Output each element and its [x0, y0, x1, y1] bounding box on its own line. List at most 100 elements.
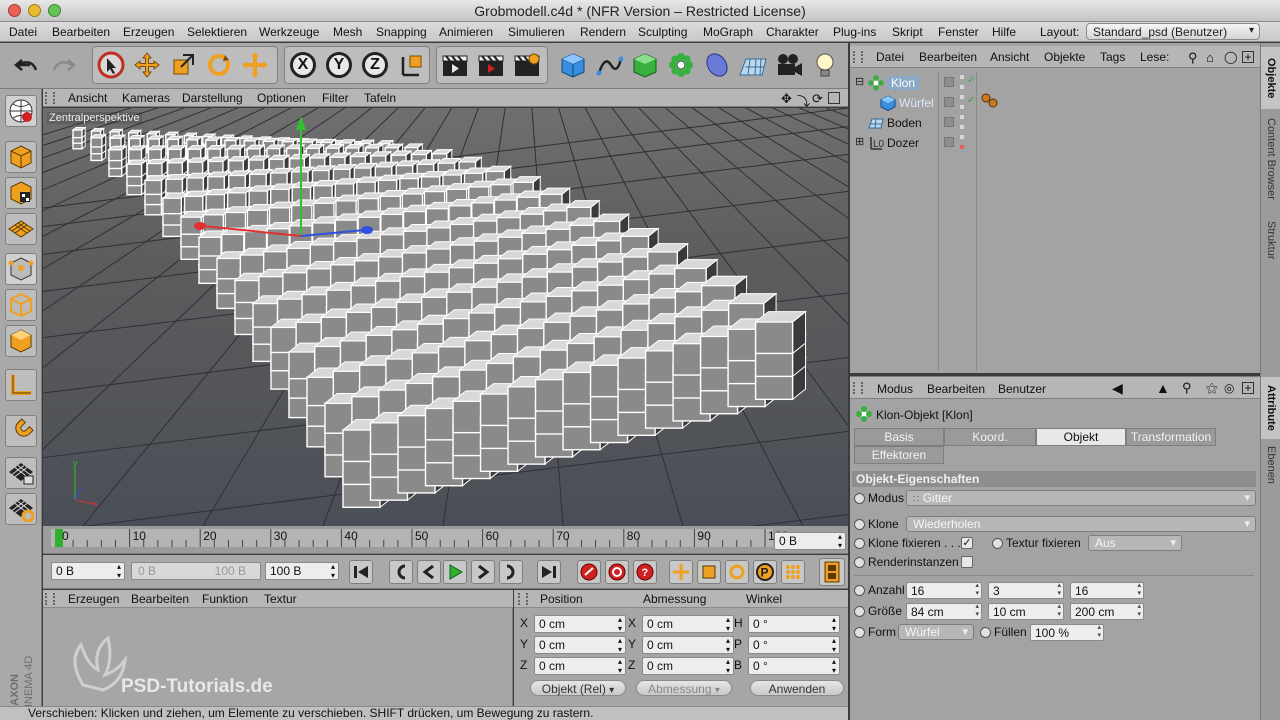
stepper-icon[interactable]: ▴ ▾	[832, 616, 836, 632]
polygons-mode-button[interactable]	[5, 325, 37, 357]
count-y-field[interactable]: 3	[988, 582, 1064, 599]
anzahl-animate-toggle[interactable]	[854, 585, 865, 596]
go-to-end-button[interactable]	[537, 560, 561, 584]
coord-rot-field[interactable]: 0 ° ▴ ▾	[748, 615, 840, 633]
coord-pos-field[interactable]: 0 cm ▴ ▾	[534, 636, 626, 654]
previous-frame-button[interactable]	[417, 560, 441, 584]
object-name[interactable]: Würfel	[899, 96, 934, 110]
object-row[interactable]: Würfel ✓	[850, 93, 1260, 113]
search-icon[interactable]: ⚲	[1182, 380, 1192, 396]
material-menu-textur[interactable]: Textur	[264, 592, 297, 606]
preview-range-field[interactable]: 0 B 100 B	[131, 562, 261, 580]
render-instances-animate-toggle[interactable]	[854, 557, 865, 568]
viewport-menu-darstellung[interactable]: Darstellung	[182, 91, 243, 105]
render-instances-checkbox[interactable]	[961, 556, 973, 568]
drag-handle-icon[interactable]	[518, 593, 528, 605]
enabled-check-icon[interactable]: ✓	[967, 75, 975, 86]
fix-clones-animate-toggle[interactable]	[854, 538, 865, 549]
menu-plugins[interactable]: Plug-ins	[833, 25, 876, 39]
tab-objekt[interactable]: Objekt	[1036, 428, 1126, 446]
record-keys-button[interactable]	[577, 560, 601, 584]
tab-content-browser[interactable]: Content Browser	[1261, 109, 1280, 209]
size-x-field[interactable]: 84 cm	[906, 603, 982, 620]
fix-texture-animate-toggle[interactable]	[992, 538, 1003, 549]
obj-menu-bearbeiten[interactable]: Bearbeiten	[919, 50, 977, 64]
expand-toggle-icon[interactable]: ⊞	[855, 135, 864, 148]
expand-toggle-icon[interactable]: ⊟	[855, 75, 864, 88]
tab-transformation[interactable]: Transformation	[1126, 428, 1216, 446]
object-name[interactable]: Boden	[887, 116, 922, 130]
visibility-dots-icon[interactable]	[960, 115, 964, 129]
size-z-field[interactable]: 200 cm	[1070, 603, 1144, 620]
add-cube-button[interactable]	[556, 48, 590, 82]
material-menu-erzeugen[interactable]: Erzeugen	[68, 592, 119, 606]
menu-selektieren[interactable]: Selektieren	[187, 25, 247, 39]
menu-bearbeiten[interactable]: Bearbeiten	[52, 25, 110, 39]
size-y-field[interactable]: 10 cm	[988, 603, 1064, 620]
recent-tool-button[interactable]	[238, 48, 272, 82]
render-picture-viewer-button[interactable]	[474, 48, 508, 82]
menu-animieren[interactable]: Animieren	[439, 25, 493, 39]
live-selection-button[interactable]	[94, 48, 128, 82]
fix-texture-select[interactable]: Aus	[1088, 535, 1182, 551]
stepper-icon[interactable]: ▴ ▾	[832, 637, 836, 653]
z-axis-lock-button[interactable]: Z	[358, 48, 392, 82]
visibility-dots-icon[interactable]	[960, 135, 964, 149]
key-rotation-button[interactable]	[725, 560, 749, 584]
obj-menu-tags[interactable]: Tags	[1100, 50, 1125, 64]
menu-datei[interactable]: Datei	[9, 25, 37, 39]
viewport-menu-tafeln[interactable]: Tafeln	[364, 91, 396, 105]
points-mode-button[interactable]	[5, 253, 37, 285]
fill-field[interactable]: 100 %	[1030, 624, 1104, 641]
attr-menu-benutzer[interactable]: Benutzer	[998, 382, 1046, 396]
pan-view-icon[interactable]: ✥	[781, 91, 792, 107]
groesse-animate-toggle[interactable]	[854, 606, 865, 617]
axis-mode-button[interactable]	[5, 369, 37, 401]
keyframe-selection-button[interactable]: ?	[633, 560, 657, 584]
coordinate-system-button[interactable]	[394, 48, 428, 82]
viewport-menu-ansicht[interactable]: Ansicht	[68, 91, 107, 105]
render-view-button[interactable]	[438, 48, 472, 82]
rotate-view-icon[interactable]: ⟳	[812, 91, 823, 107]
render-settings-button[interactable]	[510, 48, 544, 82]
viewport-menu-filter[interactable]: Filter	[322, 91, 349, 105]
object-name[interactable]: Klon	[887, 76, 920, 90]
home-icon[interactable]: ⌂	[1206, 50, 1214, 65]
tab-objekte[interactable]: Objekte	[1261, 47, 1280, 109]
obj-menu-datei[interactable]: Datei	[876, 50, 904, 64]
menu-hilfe[interactable]: Hilfe	[992, 25, 1016, 39]
apply-button[interactable]: Anwenden	[750, 680, 844, 696]
next-keyframe-button[interactable]	[499, 560, 523, 584]
autokeying-button[interactable]	[605, 560, 629, 584]
drag-handle-icon[interactable]	[853, 382, 863, 394]
end-frame-field[interactable]: 100 B ▴ ▾	[265, 562, 339, 580]
make-editable-button[interactable]	[5, 95, 37, 127]
play-button[interactable]	[443, 560, 467, 584]
coord-rot-field[interactable]: 0 ° ▴ ▾	[748, 636, 840, 654]
redo-button[interactable]	[46, 48, 80, 82]
stepper-icon[interactable]: ▴ ▾	[331, 563, 335, 579]
material-menu-funktion[interactable]: Funktion	[202, 592, 248, 606]
enable-snapping-button[interactable]	[5, 457, 37, 489]
menu-mograph[interactable]: MoGraph	[703, 25, 753, 39]
target-icon[interactable]: ◎	[1224, 381, 1234, 395]
obj-menu-ansicht[interactable]: Ansicht	[990, 50, 1029, 64]
menu-erzeugen[interactable]: Erzeugen	[123, 25, 174, 39]
fuellen-animate-toggle[interactable]	[980, 627, 991, 638]
layer-color-swatch[interactable]	[944, 117, 954, 127]
tab-struktur[interactable]: Struktur	[1261, 209, 1280, 271]
visibility-dots-icon[interactable]	[960, 95, 964, 109]
object-row[interactable]: Boden✓	[850, 113, 1260, 133]
layout-select[interactable]: Standard_psd (Benutzer) ▾	[1086, 23, 1260, 40]
menu-sculpting[interactable]: Sculpting	[638, 25, 687, 39]
stepper-icon[interactable]: ▴ ▾	[726, 637, 730, 653]
menu-skript[interactable]: Skript	[892, 25, 923, 39]
coord-size-field[interactable]: 0 cm ▴ ▾	[642, 615, 734, 633]
tab-ebenen[interactable]: Ebenen	[1261, 439, 1280, 491]
drag-handle-icon[interactable]	[45, 92, 55, 104]
workplane-mode-button[interactable]	[5, 213, 37, 245]
coord-pos-field[interactable]: 0 cm ▴ ▾	[534, 615, 626, 633]
fix-clones-checkbox[interactable]: ✓	[961, 537, 973, 549]
cloner-tag-icon[interactable]	[980, 92, 1000, 110]
workplane-snap-button[interactable]	[5, 493, 37, 525]
